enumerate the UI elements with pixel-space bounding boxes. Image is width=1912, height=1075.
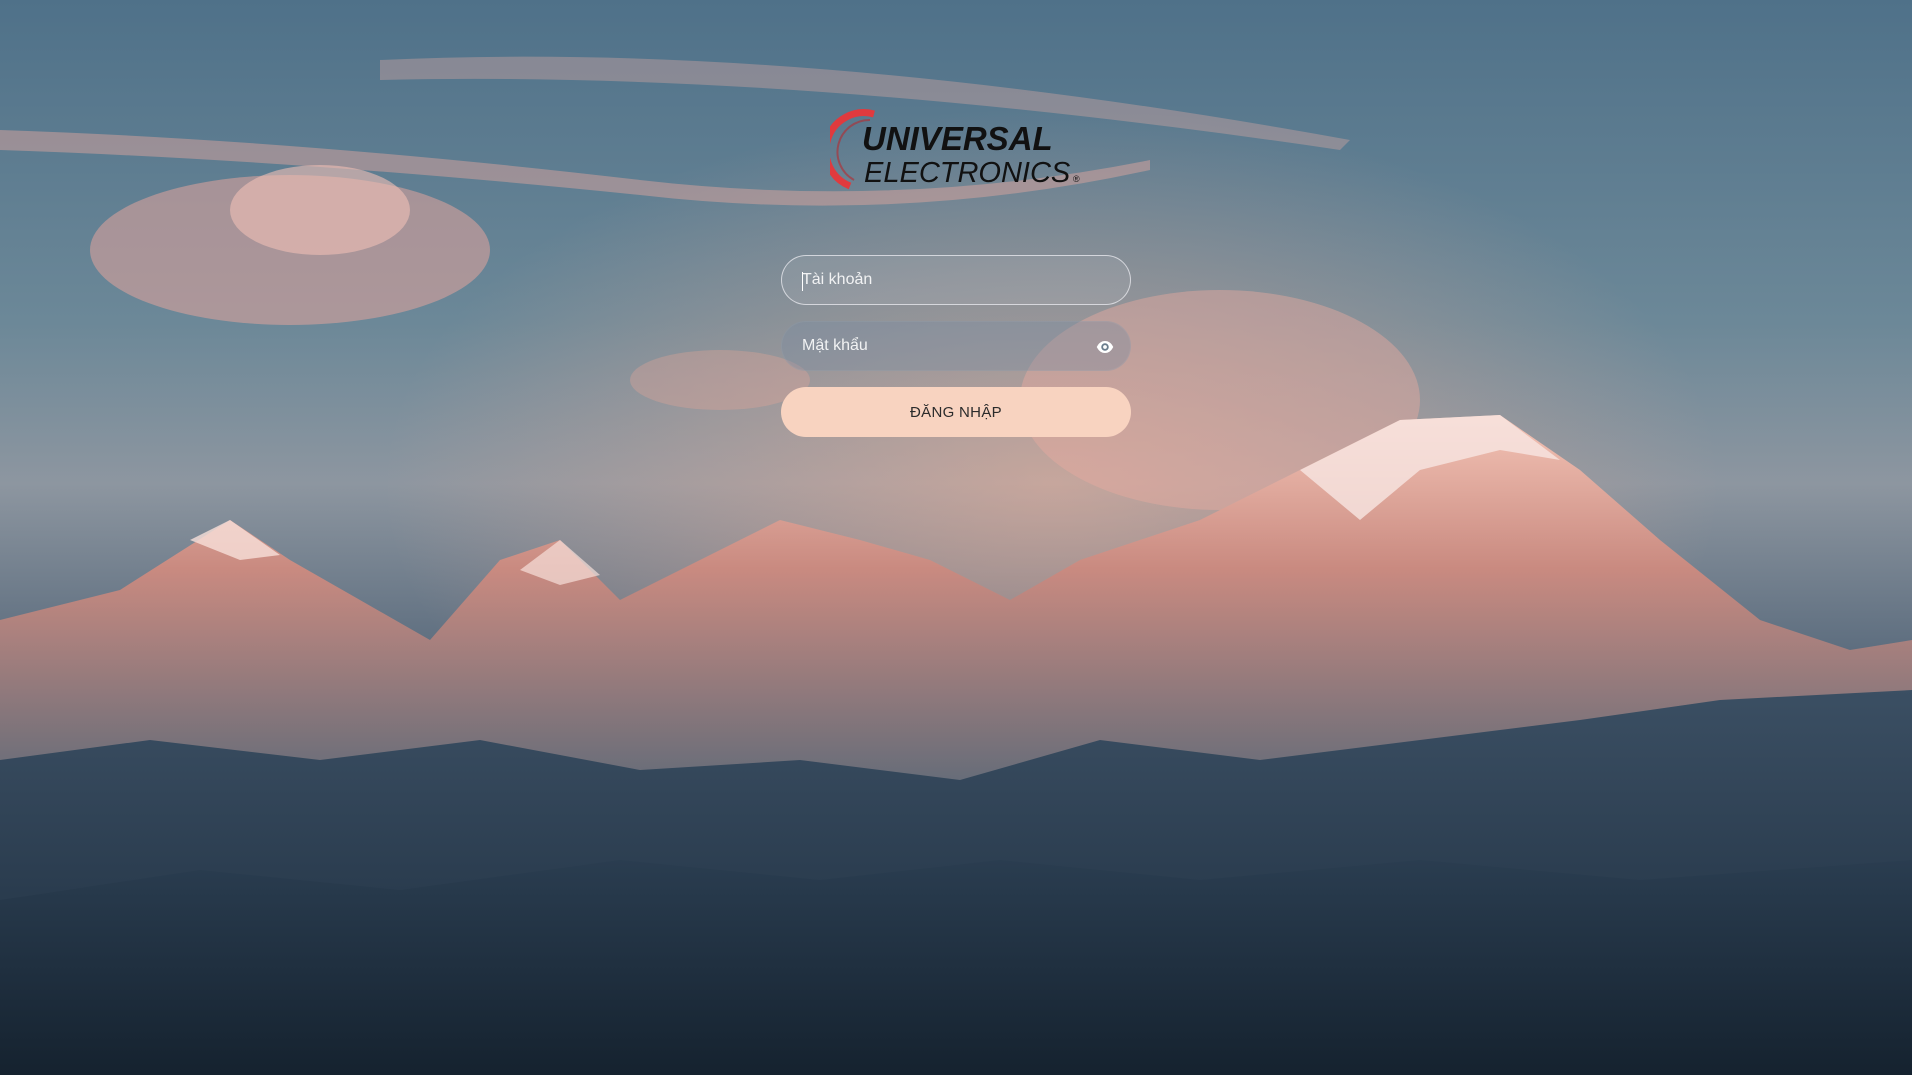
login-button[interactable]: ĐĂNG NHẬP	[781, 387, 1131, 437]
text-cursor	[802, 272, 803, 291]
universal-electronics-logo: UNIVERSAL ELECTRONICS ®	[830, 109, 1080, 190]
password-field-wrapper	[781, 321, 1131, 371]
login-page: UNIVERSAL ELECTRONICS ® ĐĂNG NHẬP	[0, 0, 1912, 1075]
login-form: ĐĂNG NHẬP	[781, 255, 1131, 437]
password-input[interactable]	[782, 322, 1130, 370]
username-field-wrapper	[781, 255, 1131, 305]
username-input[interactable]	[782, 256, 1130, 304]
registered-mark: ®	[1073, 174, 1080, 184]
brand-line1: UNIVERSAL	[862, 120, 1053, 157]
eye-icon[interactable]	[1096, 338, 1114, 356]
brand-line2: ELECTRONICS	[864, 157, 1071, 189]
